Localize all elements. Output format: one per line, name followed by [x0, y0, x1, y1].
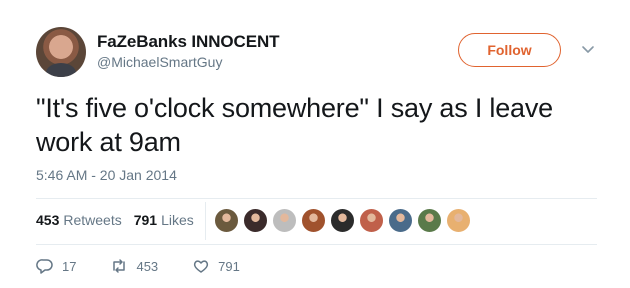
liker-avatar[interactable]: [301, 208, 326, 233]
tweet-actions: 17 453 791: [36, 257, 274, 275]
retweet-action[interactable]: 453: [110, 257, 158, 275]
heart-icon: [194, 260, 209, 273]
like-count: 791: [218, 258, 240, 274]
liker-avatar[interactable]: [214, 208, 239, 233]
display-name[interactable]: FaZeBanks INNOCENT: [97, 32, 280, 52]
tweet-text: "It's five o'clock somewhere" I say as I…: [36, 93, 553, 157]
liker-avatar[interactable]: [446, 208, 471, 233]
user-handle[interactable]: @MichaelSmartGuy: [97, 54, 222, 70]
liker-avatars: [214, 208, 475, 233]
reply-icon: [36, 259, 53, 274]
reply-action[interactable]: 17: [36, 257, 76, 275]
liker-avatar[interactable]: [272, 208, 297, 233]
retweet-count: 453: [136, 258, 159, 274]
divider: [36, 244, 597, 245]
retweets-count: 453: [36, 212, 60, 228]
likes-label: Likes: [161, 212, 194, 228]
reply-count: 17: [62, 258, 77, 274]
liker-avatar[interactable]: [417, 208, 442, 233]
divider: [36, 198, 597, 199]
liker-avatar[interactable]: [243, 208, 268, 233]
chevron-down-icon[interactable]: [579, 40, 597, 58]
user-avatar[interactable]: [36, 27, 86, 77]
likes-count: 791: [133, 212, 158, 228]
stats-separator: [205, 202, 206, 240]
liker-avatar[interactable]: [330, 208, 355, 233]
liker-avatar[interactable]: [388, 208, 413, 233]
tweet-stats: 453 Retweets 791 Likes: [36, 212, 206, 228]
retweet-icon: [113, 259, 126, 273]
retweets-label: Retweets: [63, 212, 122, 228]
likes-stat[interactable]: 791 Likes: [134, 212, 194, 228]
like-action[interactable]: 791: [192, 257, 240, 275]
follow-button[interactable]: Follow: [458, 33, 561, 67]
liker-avatar[interactable]: [359, 208, 384, 233]
retweets-stat[interactable]: 453 Retweets: [36, 212, 122, 228]
tweet-timestamp[interactable]: 5:46 AM - 20 Jan 2014: [36, 167, 177, 183]
